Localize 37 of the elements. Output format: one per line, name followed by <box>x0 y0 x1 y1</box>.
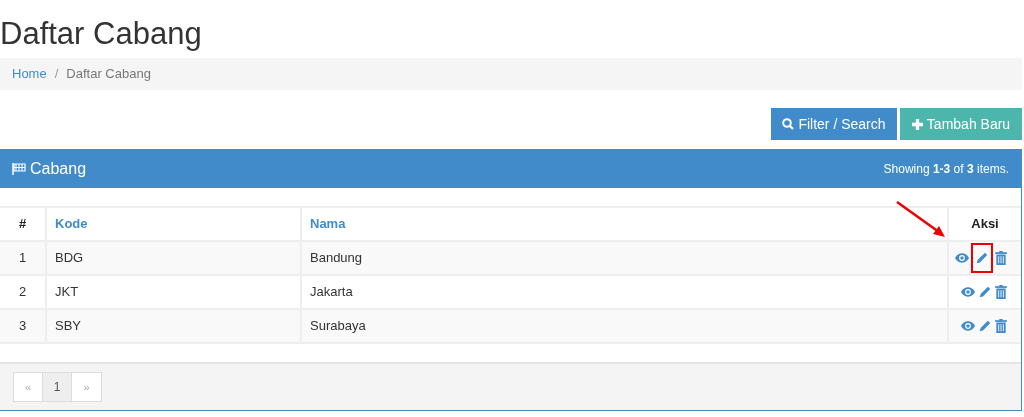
column-header: # <box>18 216 27 232</box>
filter-button[interactable]: Filter / Search <box>771 108 897 140</box>
panel-title: Cabang <box>30 159 87 179</box>
pencil-icon[interactable] <box>977 284 993 300</box>
eye-icon[interactable] <box>955 252 969 264</box>
item-summary: Showing 1-3 of 3 items. <box>883 161 1009 178</box>
pencil-icon[interactable] <box>971 243 993 273</box>
page-button[interactable]: 1 <box>43 373 72 401</box>
table-cell: SBY <box>55 318 81 334</box>
trash-icon[interactable] <box>995 319 1007 333</box>
eye-icon[interactable] <box>961 320 975 332</box>
breadcrumb-separator: / <box>54 65 59 84</box>
table-cell: Surabaya <box>310 318 366 334</box>
plus-icon <box>911 118 923 130</box>
breadcrumb-link[interactable]: Home <box>12 64 47 84</box>
table-cell: 3 <box>18 318 27 334</box>
trash-icon[interactable] <box>995 285 1007 299</box>
table-cell: 1 <box>18 250 27 266</box>
next-page-button[interactable]: » <box>72 373 101 401</box>
trash-icon[interactable] <box>995 251 1007 265</box>
page-title: Daftar Cabang <box>0 15 203 53</box>
table-cell: Jakarta <box>310 284 353 300</box>
column-sort-link[interactable]: Kode <box>55 216 88 232</box>
column-sort-link[interactable]: Nama <box>310 216 346 232</box>
table-cell: Bandung <box>310 250 363 266</box>
column-header: Aksi <box>971 216 999 232</box>
add-button[interactable]: Tambah Baru <box>900 108 1022 140</box>
table-cell: 2 <box>18 284 27 300</box>
previous-page-button[interactable]: « <box>14 373 43 401</box>
eye-icon[interactable] <box>961 286 975 298</box>
table-cell: BDG <box>55 250 84 266</box>
search-icon <box>782 118 795 130</box>
table-cell: JKT <box>55 284 79 300</box>
pencil-icon[interactable] <box>977 318 993 334</box>
flag-icon <box>12 163 26 175</box>
breadcrumb-current: Daftar Cabang <box>66 65 151 84</box>
annotation-arrow <box>895 200 947 240</box>
